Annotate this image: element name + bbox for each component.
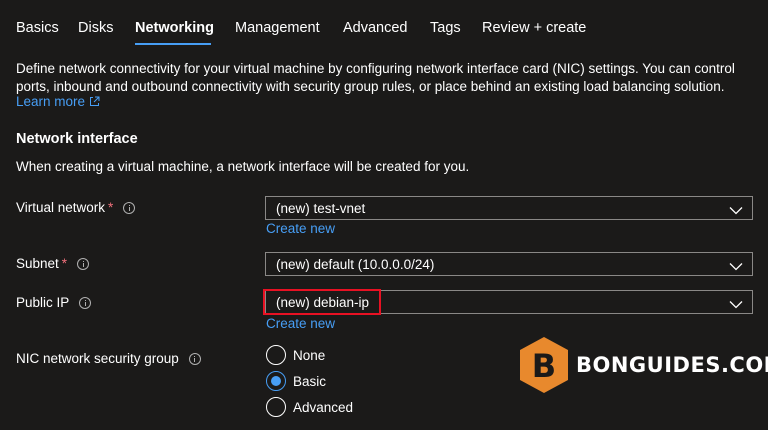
- tab-management[interactable]: Management: [235, 20, 320, 36]
- wizard-tabs: Basics Disks Networking Management Advan…: [0, 0, 768, 48]
- tab-networking[interactable]: Networking: [135, 20, 214, 36]
- tab-basics[interactable]: Basics: [16, 20, 59, 36]
- virtual-network-create-new-link[interactable]: Create new: [266, 221, 335, 236]
- radio-button[interactable]: [266, 397, 286, 417]
- virtual-network-value: (new) test-vnet: [276, 200, 366, 216]
- external-link-icon: [89, 95, 100, 110]
- watermark-text: BONGUIDES.COM: [576, 353, 768, 377]
- required-mark: *: [108, 200, 114, 215]
- required-mark: *: [61, 256, 68, 271]
- public-ip-label: Public IP: [16, 295, 92, 310]
- chevron-down-icon: [729, 297, 743, 312]
- info-icon[interactable]: [79, 296, 92, 309]
- public-ip-label-text: Public IP: [16, 295, 70, 310]
- nsg-option-advanced[interactable]: Advanced: [266, 397, 353, 417]
- subnet-dropdown[interactable]: (new) default (10.0.0.0/24): [265, 252, 753, 276]
- chevron-down-icon: [729, 259, 743, 274]
- info-icon[interactable]: [77, 257, 90, 270]
- tab-advanced[interactable]: Advanced: [343, 20, 408, 36]
- public-ip-dropdown[interactable]: (new) debian-ip: [265, 290, 753, 314]
- section-description: When creating a virtual machine, a netwo…: [16, 159, 470, 174]
- radio-button[interactable]: [266, 345, 286, 365]
- virtual-network-label: Virtual network *: [16, 200, 136, 215]
- info-icon[interactable]: [123, 201, 136, 214]
- intro-text: Define network connectivity for your vir…: [16, 61, 735, 94]
- nsg-option-basic[interactable]: Basic: [266, 371, 326, 391]
- nsg-option-label: None: [293, 347, 326, 363]
- nsg-option-none[interactable]: None: [266, 345, 325, 365]
- chevron-down-icon: [729, 203, 743, 218]
- tab-review-create[interactable]: Review + create: [482, 20, 586, 36]
- bonguides-badge-icon: B: [520, 337, 568, 393]
- learn-more-link[interactable]: Learn more: [16, 94, 100, 110]
- virtual-network-dropdown[interactable]: (new) test-vnet: [265, 196, 753, 220]
- nsg-label: NIC network security group: [16, 351, 201, 366]
- active-tab-indicator: [135, 43, 211, 45]
- nsg-option-label: Basic: [293, 373, 327, 389]
- tab-disks[interactable]: Disks: [78, 20, 113, 36]
- section-title: Network interface: [16, 131, 138, 147]
- info-icon[interactable]: [188, 352, 201, 365]
- learn-more-label: Learn more: [16, 94, 86, 109]
- bonguides-watermark: B BONGUIDES.COM: [518, 335, 768, 395]
- radio-button-selected[interactable]: [266, 371, 286, 391]
- nsg-label-text: NIC network security group: [16, 351, 179, 366]
- subnet-label: Subnet *: [16, 256, 90, 271]
- public-ip-create-new-link[interactable]: Create new: [266, 316, 335, 331]
- subnet-value: (new) default (10.0.0.0/24): [276, 256, 435, 272]
- virtual-network-label-text: Virtual network: [16, 200, 106, 215]
- tab-tags[interactable]: Tags: [430, 20, 461, 36]
- public-ip-value: (new) debian-ip: [276, 294, 370, 310]
- nsg-option-label: Advanced: [293, 399, 354, 415]
- subnet-label-text: Subnet: [16, 256, 59, 271]
- badge-letter: B: [532, 347, 556, 385]
